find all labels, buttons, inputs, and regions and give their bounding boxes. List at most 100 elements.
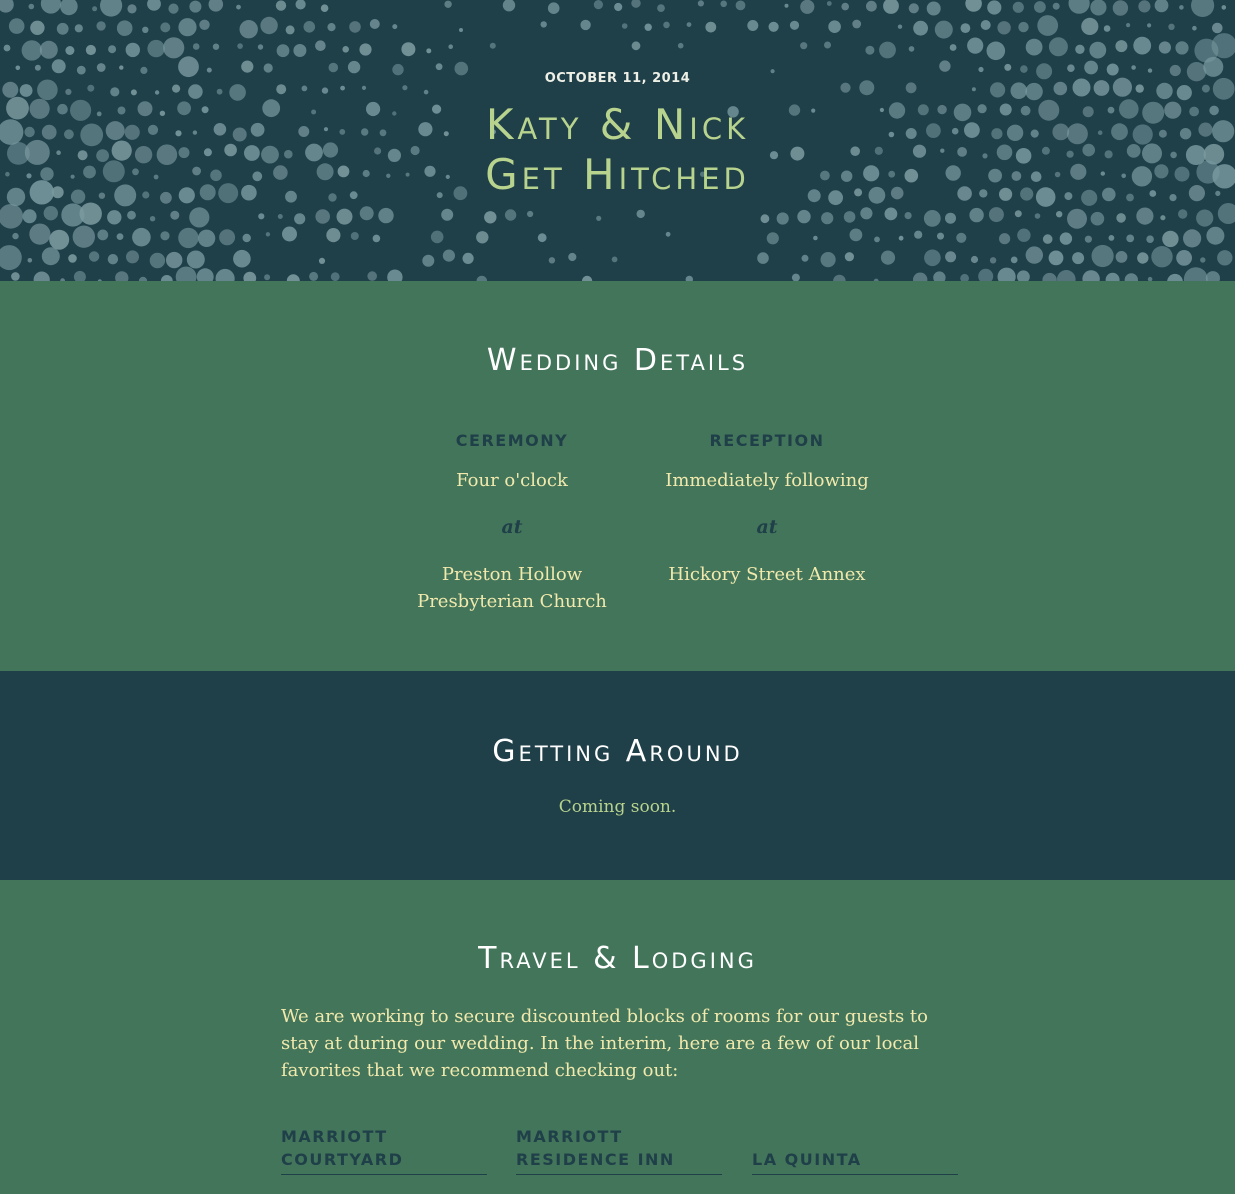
decorative-dot <box>1158 41 1171 54</box>
hotel-name-line-2: La Quinta <box>752 1150 862 1169</box>
decorative-dot <box>986 41 1006 61</box>
decorative-dot <box>547 2 560 14</box>
hotel-link-marriott-courtyard[interactable]: Marriott Courtyard <box>281 1125 487 1175</box>
decorative-dot <box>107 210 122 225</box>
decorative-dot <box>301 85 308 92</box>
decorative-dot <box>844 252 855 262</box>
decorative-dot <box>149 252 166 269</box>
decorative-dot <box>1115 251 1128 263</box>
ceremony-venue-line-1: Preston Hollow <box>441 564 583 585</box>
decorative-dot <box>631 41 641 51</box>
decorative-dot <box>1034 1 1046 13</box>
decorative-dot <box>444 0 452 8</box>
decorative-dot <box>275 0 287 11</box>
decorative-dot <box>537 233 547 243</box>
ceremony-venue: Preston Hollow Presbyterian Church <box>392 561 632 615</box>
decorative-dot <box>1116 213 1126 223</box>
decorative-dot <box>321 87 329 94</box>
hotel-link-la-quinta[interactable]: La Quinta <box>752 1125 958 1175</box>
wedding-details-section: Wedding Details CEREMONY Four o'clock at… <box>0 281 1235 671</box>
decorative-dot <box>760 214 770 224</box>
decorative-dot <box>79 202 102 225</box>
decorative-dot <box>960 273 969 281</box>
decorative-dot <box>1160 215 1166 221</box>
decorative-dot <box>937 232 944 240</box>
decorative-dot <box>476 231 489 244</box>
reception-time: Immediately following <box>665 470 869 491</box>
decorative-dot <box>442 249 455 262</box>
decorative-dot <box>239 20 258 39</box>
decorative-dot <box>1042 234 1053 244</box>
decorative-dot <box>636 209 645 219</box>
decorative-dot <box>188 84 203 99</box>
decorative-dot <box>879 41 896 59</box>
decorative-dot <box>1206 226 1225 245</box>
decorative-dot <box>422 254 435 267</box>
decorative-dot <box>978 268 994 281</box>
hotel-link-marriott-residence-inn[interactable]: Marriott Residence Inn <box>516 1125 722 1175</box>
decorative-dot <box>988 207 1004 223</box>
decorative-dot <box>215 268 235 281</box>
decorative-dot <box>294 213 306 225</box>
decorative-dot <box>614 2 623 12</box>
decorative-dot <box>801 254 809 262</box>
decorative-dot <box>277 214 283 219</box>
decorative-dot <box>800 0 815 14</box>
decorative-dot <box>820 252 836 268</box>
decorative-dot <box>126 250 139 264</box>
decorative-dot <box>30 20 45 35</box>
decorative-dot <box>74 24 83 33</box>
decorative-dot <box>68 254 77 263</box>
decorative-dot <box>130 89 137 96</box>
decorative-dot <box>757 252 769 264</box>
decorative-dot <box>243 271 257 281</box>
decorative-dot <box>127 210 136 220</box>
decorative-dot <box>303 21 316 33</box>
decorative-dot <box>154 90 160 95</box>
decorative-dot <box>11 272 20 281</box>
decorative-dot <box>92 6 98 12</box>
decorative-dot <box>965 0 982 12</box>
decorative-dot <box>789 20 800 30</box>
decorative-dot <box>697 0 705 7</box>
decorative-dot <box>392 24 398 30</box>
decorative-dot <box>192 43 200 50</box>
decorative-dot <box>621 23 628 29</box>
decorative-dot <box>110 87 120 97</box>
decorative-dot <box>970 255 979 264</box>
decorative-dot <box>1178 209 1188 219</box>
decorative-dot <box>897 24 903 29</box>
decorative-dot <box>484 211 497 224</box>
decorative-dot <box>1217 250 1233 266</box>
decorative-dot <box>1048 37 1068 57</box>
decorative-dot <box>1004 63 1012 71</box>
decorative-dot <box>116 233 124 241</box>
travel-intro-text: We are working to secure discounted bloc… <box>281 1006 928 1081</box>
decorative-dot <box>147 39 165 58</box>
decorative-dot <box>644 23 652 31</box>
decorative-dot <box>330 272 340 281</box>
decorative-dot <box>212 43 220 50</box>
decorative-dot <box>1151 246 1173 268</box>
decorative-dot <box>791 273 800 281</box>
decorative-dot <box>1090 211 1105 226</box>
decorative-dot <box>980 20 991 30</box>
decorative-dot <box>860 207 873 220</box>
decorative-dot <box>1131 65 1136 70</box>
decorative-dot <box>657 4 665 12</box>
decorative-dot <box>387 269 403 281</box>
decorative-dot <box>1154 0 1169 13</box>
title-line-2: Get Hitched <box>485 150 750 199</box>
decorative-dot <box>1059 232 1073 245</box>
decorative-dot <box>0 0 14 13</box>
decorative-dot <box>1168 23 1175 30</box>
decorative-dot <box>926 1 941 16</box>
decorative-dot <box>41 247 60 266</box>
decorative-dot <box>1147 23 1152 28</box>
decorative-dot <box>100 0 123 17</box>
decorative-dot <box>1126 23 1131 28</box>
decorative-dot <box>883 0 899 14</box>
decorative-dot <box>258 213 265 220</box>
decorative-dot <box>233 249 251 268</box>
hotel-name-line-2: Residence Inn <box>516 1150 675 1169</box>
